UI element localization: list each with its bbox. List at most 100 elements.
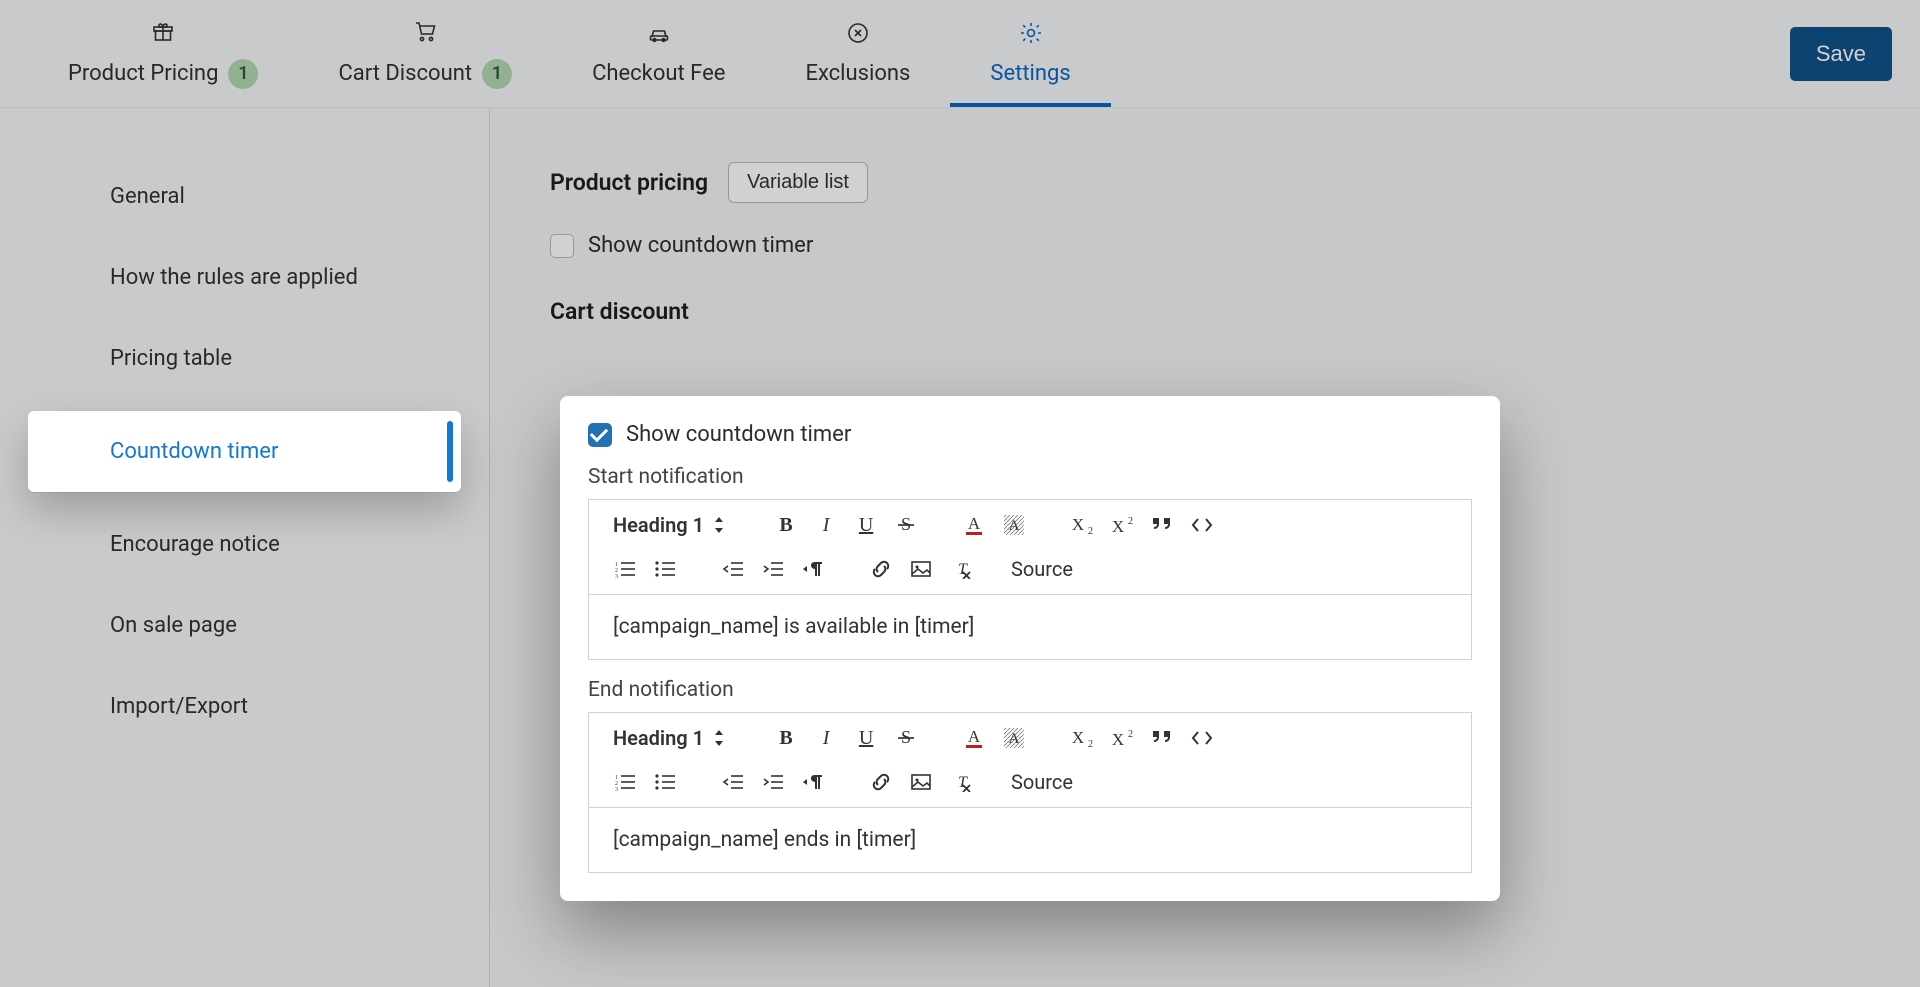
settings-sidebar: General How the rules are applied Pricin…: [0, 108, 490, 987]
source-button[interactable]: Source: [1011, 764, 1073, 800]
sidebar-item-encourage[interactable]: Encourage notice: [0, 504, 489, 585]
svg-text:A: A: [968, 727, 981, 746]
svg-text:2: 2: [1128, 516, 1133, 527]
bold-icon[interactable]: B: [768, 507, 804, 543]
superscript-icon[interactable]: X2: [1104, 507, 1140, 543]
end-notification-editor: Heading 1 B I U S A A X2 X2 123: [588, 712, 1472, 873]
rte-toolbar-start: Heading 1 B I U S A A X2 X2 123: [589, 500, 1471, 595]
start-notification-content[interactable]: [campaign_name] is available in [timer]: [589, 595, 1471, 659]
text-color-icon[interactable]: A: [956, 507, 992, 543]
svg-text:A: A: [1009, 518, 1020, 534]
tab-label: Cart Discount: [338, 61, 472, 86]
blockquote-icon[interactable]: [1144, 507, 1180, 543]
bg-color-icon[interactable]: A: [996, 507, 1032, 543]
sidebar-item-onsale[interactable]: On sale page: [0, 585, 489, 666]
clear-format-icon[interactable]: T: [943, 551, 979, 587]
svg-text:X: X: [1072, 728, 1084, 747]
product-pricing-title: Product pricing: [550, 169, 708, 196]
tab-label: Exclusions: [805, 61, 910, 86]
bold-icon[interactable]: B: [768, 720, 804, 756]
end-notification-content[interactable]: [campaign_name] ends in [timer]: [589, 808, 1471, 872]
link-icon[interactable]: [863, 551, 899, 587]
sidebar-item-howrules[interactable]: How the rules are applied: [0, 237, 489, 318]
link-icon[interactable]: [863, 764, 899, 800]
source-button[interactable]: Source: [1011, 551, 1073, 587]
superscript-icon[interactable]: X2: [1104, 720, 1140, 756]
svg-text:3: 3: [615, 787, 618, 791]
tab-exclusions[interactable]: Exclusions: [765, 0, 950, 107]
clear-format-icon[interactable]: T: [943, 764, 979, 800]
cd-show-countdown-row[interactable]: Show countdown timer: [588, 422, 1472, 447]
underline-icon[interactable]: U: [848, 720, 884, 756]
paragraph-dir-icon[interactable]: [795, 551, 831, 587]
cart-discount-title: Cart discount: [550, 298, 1860, 325]
cd-show-countdown-label: Show countdown timer: [626, 422, 851, 447]
countdown-settings-card: Show countdown timer Start notification …: [560, 396, 1500, 901]
text-color-icon[interactable]: A: [956, 720, 992, 756]
bg-color-icon[interactable]: A: [996, 720, 1032, 756]
heading-select[interactable]: Heading 1: [607, 511, 740, 539]
heading-select[interactable]: Heading 1: [607, 724, 740, 752]
image-icon[interactable]: [903, 551, 939, 587]
tab-settings[interactable]: Settings: [950, 0, 1110, 107]
svg-text:3: 3: [615, 574, 618, 578]
save-button[interactable]: Save: [1790, 27, 1892, 81]
svg-text:2: 2: [1088, 739, 1093, 748]
pp-show-countdown-checkbox[interactable]: [550, 234, 574, 258]
underline-icon[interactable]: U: [848, 507, 884, 543]
close-circle-icon: [846, 21, 870, 51]
tab-product-pricing[interactable]: Product Pricing 1: [28, 0, 298, 107]
outdent-icon[interactable]: [715, 764, 751, 800]
sort-icon: [714, 517, 724, 533]
variable-list-button[interactable]: Variable list: [728, 162, 868, 203]
pp-show-countdown-label: Show countdown timer: [588, 233, 813, 258]
ordered-list-icon[interactable]: 123: [607, 551, 643, 587]
subscript-icon[interactable]: X2: [1064, 720, 1100, 756]
svg-text:2: 2: [1128, 729, 1133, 740]
svg-text:X: X: [1072, 515, 1084, 534]
svg-text:A: A: [968, 514, 981, 533]
svg-text:X: X: [1112, 730, 1124, 748]
gift-icon: [151, 19, 175, 49]
strikethrough-icon[interactable]: S: [888, 507, 924, 543]
tab-cart-discount[interactable]: Cart Discount 1: [298, 0, 552, 107]
unordered-list-icon[interactable]: [647, 551, 683, 587]
sidebar-item-pricingtable[interactable]: Pricing table: [0, 318, 489, 399]
start-notification-editor: Heading 1 B I U S A A X2 X2 123: [588, 499, 1472, 660]
strikethrough-icon[interactable]: S: [888, 720, 924, 756]
code-icon[interactable]: [1184, 720, 1220, 756]
top-tabs: Product Pricing 1 Cart Discount 1 Checko…: [0, 0, 1920, 108]
italic-icon[interactable]: I: [808, 507, 844, 543]
code-icon[interactable]: [1184, 507, 1220, 543]
end-notification-label: End notification: [588, 678, 1472, 702]
paragraph-dir-icon[interactable]: [795, 764, 831, 800]
cd-show-countdown-checkbox[interactable]: [588, 423, 612, 447]
svg-text:2: 2: [1088, 526, 1093, 535]
sidebar-item-importexport[interactable]: Import/Export: [0, 666, 489, 747]
outdent-icon[interactable]: [715, 551, 751, 587]
unordered-list-icon[interactable]: [647, 764, 683, 800]
count-badge: 1: [482, 59, 512, 89]
cart-icon: [413, 19, 437, 49]
ordered-list-icon[interactable]: 123: [607, 764, 643, 800]
sidebar-item-countdown[interactable]: Countdown timer: [28, 411, 461, 492]
car-icon: [647, 21, 671, 51]
blockquote-icon[interactable]: [1144, 720, 1180, 756]
svg-text:X: X: [1112, 517, 1124, 535]
tab-label: Product Pricing: [68, 61, 218, 86]
indent-icon[interactable]: [755, 764, 791, 800]
tab-checkout-fee[interactable]: Checkout Fee: [552, 0, 765, 107]
indent-icon[interactable]: [755, 551, 791, 587]
subscript-icon[interactable]: X2: [1064, 507, 1100, 543]
tab-label: Checkout Fee: [592, 61, 725, 86]
rte-toolbar-end: Heading 1 B I U S A A X2 X2 123: [589, 713, 1471, 808]
tab-label: Settings: [990, 61, 1070, 86]
start-notification-label: Start notification: [588, 465, 1472, 489]
svg-text:A: A: [1009, 731, 1020, 747]
image-icon[interactable]: [903, 764, 939, 800]
pp-show-countdown-row[interactable]: Show countdown timer: [550, 233, 1860, 258]
count-badge: 1: [228, 59, 258, 89]
sort-icon: [714, 730, 724, 746]
sidebar-item-general[interactable]: General: [0, 156, 489, 237]
italic-icon[interactable]: I: [808, 720, 844, 756]
